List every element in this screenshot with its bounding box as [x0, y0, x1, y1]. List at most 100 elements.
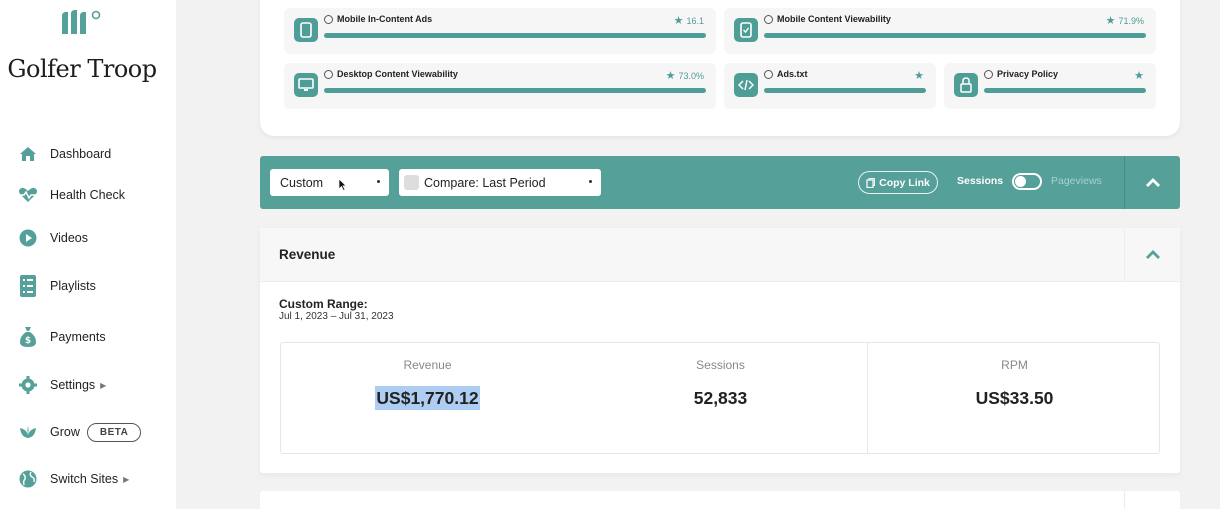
revenue-title: Revenue: [279, 247, 336, 262]
toggle-label-pageviews: Pageviews: [1051, 175, 1102, 187]
globe-icon: [18, 469, 38, 489]
toggle-knob: [1015, 176, 1026, 187]
metric-label: Privacy Policy: [997, 69, 1059, 79]
home-icon: [18, 144, 38, 164]
compare-value: Compare: Last Period: [424, 175, 546, 190]
custom-range-label: Custom Range:: [279, 297, 368, 311]
stat-rpm: RPM US$33.50: [868, 343, 1161, 453]
gear-icon: [18, 375, 38, 395]
stat-value[interactable]: US$1,770.12: [375, 386, 480, 410]
stat-label: RPM: [1001, 358, 1028, 372]
sidebar-item-label: Switch Sites: [50, 472, 119, 486]
info-icon[interactable]: [764, 14, 773, 24]
sidebar-item-label: Grow: [50, 425, 80, 439]
metric-bar: [984, 88, 1146, 93]
star-icon: ★: [665, 70, 676, 82]
info-icon[interactable]: [324, 69, 333, 79]
lock-icon: [954, 73, 978, 97]
list-icon: [18, 275, 38, 297]
copy-icon: [866, 177, 876, 188]
caret-right-icon: ▶: [100, 380, 107, 390]
collapse-filters-button[interactable]: [1125, 156, 1180, 209]
health-metrics-card: Mobile In-Content Ads ★ 16.1 Mobile Conte…: [260, 0, 1180, 136]
site-name: Golfer Troop: [7, 55, 157, 83]
metric-ads-txt[interactable]: Ads.txt ★: [724, 63, 936, 109]
svg-text:$: $: [25, 336, 31, 346]
code-icon: [734, 73, 758, 97]
revenue-header: Revenue: [260, 228, 1180, 282]
copy-link-button[interactable]: Copy Link: [858, 171, 938, 194]
metric-bar: [324, 33, 706, 38]
metric-score: 16.1: [686, 15, 704, 26]
next-section-card: [260, 491, 1180, 509]
stat-label: Sessions: [696, 358, 745, 372]
compare-select[interactable]: Compare: Last Period: [399, 169, 601, 196]
beta-badge: BETA: [86, 422, 142, 442]
sessions-pageviews-toggle[interactable]: [1012, 173, 1042, 190]
collapse-revenue-button[interactable]: [1125, 228, 1180, 282]
mouse-cursor-icon: [338, 178, 347, 191]
filter-bar: Custom Compare: Last Period Copy Link Se…: [260, 156, 1180, 209]
brand-logo: [62, 10, 101, 34]
dropdown-icon: [377, 180, 380, 183]
metric-label: Desktop Content Viewability: [337, 69, 458, 79]
sidebar-item-payments[interactable]: $ Payments: [18, 326, 106, 348]
date-range-value: Custom: [280, 175, 324, 190]
sidebar-item-switch-sites[interactable]: Switch Sites ▶: [18, 468, 129, 490]
sidebar: Golfer Troop Dashboard Health Check Vide…: [0, 0, 176, 509]
stat-value: US$33.50: [975, 388, 1054, 408]
stat-label: Revenue: [403, 358, 452, 372]
sidebar-item-dashboard[interactable]: Dashboard: [18, 143, 111, 165]
metric-score: 71.9%: [1118, 15, 1144, 26]
sidebar-item-settings[interactable]: Settings ▶: [18, 374, 106, 396]
date-range-select[interactable]: Custom: [270, 169, 389, 196]
dropdown-icon: [589, 180, 592, 183]
sidebar-item-label: Dashboard: [50, 147, 112, 161]
info-icon[interactable]: [764, 69, 773, 79]
metric-mobile-content-viewability[interactable]: Mobile Content Viewability ★ 71.9%: [724, 8, 1156, 54]
star-icon: ★: [1105, 15, 1116, 27]
metric-score: 73.0%: [678, 70, 704, 81]
play-circle-icon: [18, 228, 38, 248]
chevron-up-icon: [1145, 250, 1160, 259]
sidebar-item-health-check[interactable]: Health Check: [18, 184, 125, 206]
heartbeat-icon: [18, 185, 38, 205]
sidebar-item-label: Settings: [50, 378, 96, 392]
sidebar-item-label: Playlists: [50, 279, 96, 293]
divider: [1124, 491, 1125, 509]
metric-label: Mobile Content Viewability: [777, 14, 891, 24]
metric-mobile-in-content-ads[interactable]: Mobile In-Content Ads ★ 16.1: [284, 8, 716, 54]
metric-privacy-policy[interactable]: Privacy Policy ★: [944, 63, 1156, 109]
stat-sessions: Sessions 52,833: [574, 343, 867, 453]
sidebar-item-grow[interactable]: Grow BETA: [18, 421, 142, 443]
metric-desktop-content-viewability[interactable]: Desktop Content Viewability ★ 73.0%: [284, 63, 716, 109]
chevron-up-icon: [1145, 177, 1160, 187]
revenue-card: Revenue Custom Range: Jul 1, 2023 – Jul …: [260, 228, 1180, 473]
metric-label: Ads.txt: [777, 69, 808, 79]
star-icon: ★: [1134, 70, 1144, 82]
revenue-stats: Revenue US$1,770.12 Sessions 52,833 RPM …: [280, 342, 1160, 454]
metric-bar: [764, 88, 926, 93]
info-icon[interactable]: [984, 69, 993, 79]
metric-bar: [764, 33, 1146, 38]
custom-range-dates: Jul 1, 2023 – Jul 31, 2023: [279, 311, 394, 322]
sidebar-item-playlists[interactable]: Playlists: [18, 275, 96, 297]
desktop-icon: [294, 73, 318, 97]
sidebar-item-videos[interactable]: Videos: [18, 227, 88, 249]
compare-swatch: [404, 175, 419, 190]
sidebar-item-label: Videos: [50, 231, 88, 245]
stat-value: 52,833: [693, 388, 748, 408]
star-icon: ★: [673, 15, 684, 27]
stat-revenue: Revenue US$1,770.12: [281, 343, 574, 453]
mobile-check-icon: [734, 18, 758, 42]
toggle-label-sessions: Sessions: [957, 175, 1004, 187]
sidebar-item-label: Health Check: [50, 188, 126, 202]
caret-right-icon: ▶: [123, 474, 130, 484]
money-bag-icon: $: [18, 327, 38, 347]
star-icon: ★: [914, 70, 924, 82]
info-icon[interactable]: [324, 14, 333, 24]
copy-link-label: Copy Link: [879, 176, 930, 189]
mobile-icon: [294, 18, 318, 42]
metric-label: Mobile In-Content Ads: [337, 14, 433, 24]
metric-bar: [324, 88, 706, 93]
